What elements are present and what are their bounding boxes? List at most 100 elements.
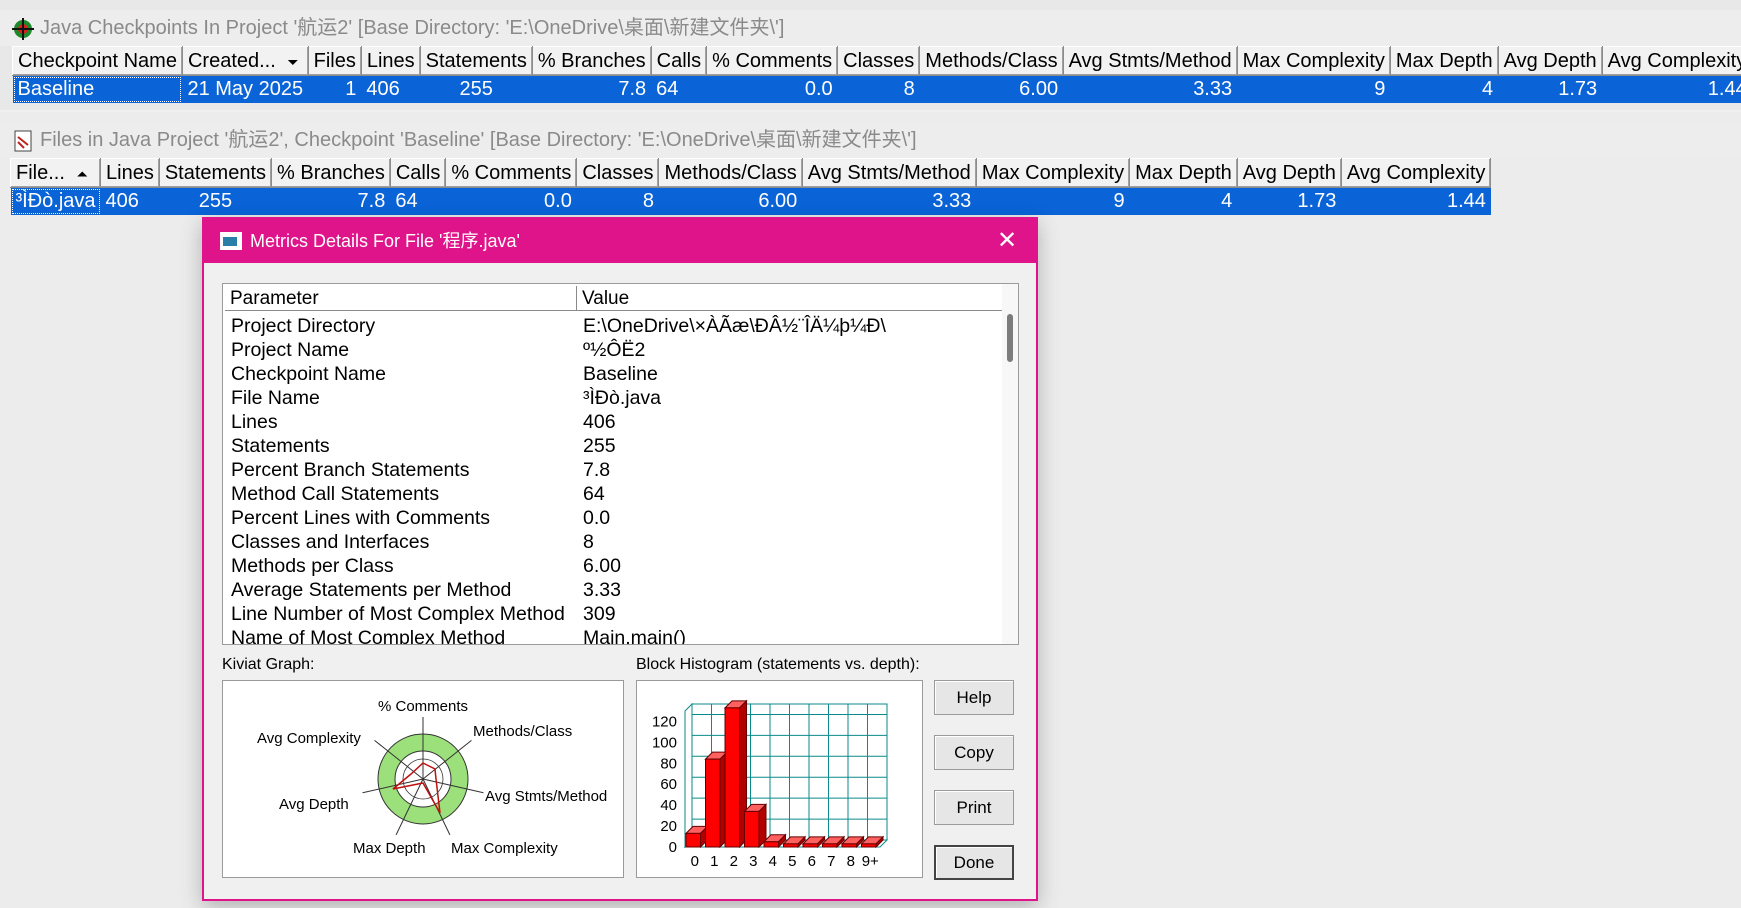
vertical-scrollbar[interactable] (1002, 284, 1018, 644)
list-item[interactable]: Line Number of Most Complex Method 309 (225, 602, 1005, 626)
bar (705, 758, 721, 848)
files-table[interactable]: File... ⏶ Lines Statements % Branches Ca… (9, 158, 1492, 215)
done-button[interactable]: Done (934, 845, 1014, 880)
kiviat-axis-label: Avg Depth (279, 796, 349, 813)
col-file[interactable]: File... ⏶ (9, 158, 102, 188)
cell-calls: 64 (651, 75, 707, 103)
bar (861, 843, 877, 848)
y-tick-label: 20 (660, 818, 677, 835)
value-cell: 6.00 (583, 555, 621, 577)
cell-created: 21 May 2025 (182, 75, 309, 103)
cell-calls: 64 (390, 187, 446, 215)
files-titlebar: Files in Java Project '航运2', Checkpoint … (0, 122, 1741, 158)
kiviat-svg: % Comments Methods/Class Avg Stmts/Metho… (257, 698, 607, 857)
col-comments[interactable]: % Comments (706, 46, 839, 76)
dialog-title: Metrics Details For File '程序.java' (250, 231, 520, 251)
files-header-row: File... ⏶ Lines Statements % Branches Ca… (9, 158, 1492, 188)
col-comments[interactable]: % Comments (445, 158, 578, 188)
list-item[interactable]: Methods per Class 6.00 (225, 554, 1005, 578)
list-item[interactable]: Checkpoint Name Baseline (225, 362, 1005, 386)
list-item[interactable]: Percent Lines with Comments 0.0 (225, 506, 1005, 530)
x-tick-label: 8 (847, 853, 855, 870)
col-avg-depth[interactable]: Avg Depth (1497, 46, 1603, 76)
col-classes[interactable]: Classes (576, 158, 660, 188)
parameter-cell: Method Call Statements (231, 483, 440, 505)
x-tick-label: 4 (769, 853, 777, 870)
col-avg-complexity[interactable]: Avg Complexity (1601, 46, 1741, 76)
cell-checkpoint-name: Baseline (12, 75, 183, 103)
metrics-list[interactable]: Parameter Value Project Directory E:\OneD… (222, 283, 1019, 645)
col-parameter[interactable]: Parameter (225, 286, 577, 311)
cell-avg-stmts: 3.33 (1063, 75, 1238, 103)
table-row[interactable]: ³ÌÐò.java 406 255 7.8 64 0.0 8 6.00 3.33… (10, 187, 1491, 215)
parameter-cell: Checkpoint Name (231, 363, 386, 385)
value-cell: 64 (583, 483, 605, 505)
col-avg-complexity[interactable]: Avg Complexity (1340, 158, 1492, 188)
y-tick-label: 80 (660, 755, 677, 772)
list-item[interactable]: Statements 255 (225, 434, 1005, 458)
value-cell: º½ÔË2 (583, 339, 646, 361)
close-icon[interactable]: ✕ (992, 219, 1022, 263)
help-button[interactable]: Help (934, 680, 1014, 715)
col-avg-stmts[interactable]: Avg Stmts/Method (1062, 46, 1238, 76)
list-item[interactable]: Method Call Statements 64 (225, 482, 1005, 506)
cell-branches: 7.8 (532, 75, 652, 103)
col-file-label: File... (16, 161, 65, 184)
cell-avg-complexity: 1.44 (1602, 75, 1741, 103)
checkpoints-header-row: Checkpoint Name Created... ⏷ Files Lines… (12, 46, 1741, 76)
col-max-complexity[interactable]: Max Complexity (975, 158, 1131, 188)
sort-asc-icon: ⏶ (76, 165, 88, 182)
y-tick-label: 100 (652, 734, 677, 751)
parameter-cell: Percent Branch Statements (231, 459, 470, 481)
dialog-titlebar[interactable]: Metrics Details For File '程序.java' ✕ (204, 219, 1036, 263)
parameter-cell: Name of Most Complex Method (231, 627, 506, 645)
bar (822, 843, 838, 848)
col-max-depth[interactable]: Max Depth (1129, 158, 1238, 188)
cell-max-complexity: 9 (1237, 75, 1391, 103)
col-methods-class[interactable]: Methods/Class (658, 158, 803, 188)
sort-desc-icon: ⏷ (287, 53, 299, 70)
col-avg-stmts[interactable]: Avg Stmts/Method (801, 158, 977, 188)
list-item[interactable]: Project Name º½ÔË2 (225, 338, 1005, 362)
list-item[interactable]: Percent Branch Statements 7.8 (225, 458, 1005, 482)
table-row[interactable]: Baseline 21 May 2025 1 406 255 7.8 64 0.… (12, 75, 1741, 103)
bar (724, 707, 740, 848)
col-created-label: Created... (187, 49, 276, 72)
col-lines[interactable]: Lines (100, 158, 160, 188)
col-calls[interactable]: Calls (389, 158, 447, 188)
list-item[interactable]: Lines 406 (225, 410, 1005, 434)
col-branches[interactable]: % Branches (271, 158, 391, 188)
col-branches[interactable]: % Branches (531, 46, 652, 76)
list-item[interactable]: Classes and Interfaces 8 (225, 530, 1005, 554)
parameter-cell: File Name (231, 387, 320, 409)
col-lines[interactable]: Lines (360, 46, 421, 76)
col-avg-depth[interactable]: Avg Depth (1236, 158, 1342, 188)
scrollbar-thumb[interactable] (1007, 314, 1013, 362)
bar (783, 843, 799, 848)
col-max-depth[interactable]: Max Depth (1389, 46, 1499, 76)
list-item[interactable]: File Name ³ÌÐò.java (225, 386, 1005, 410)
col-statements[interactable]: Statements (419, 46, 533, 76)
checkpoints-table[interactable]: Checkpoint Name Created... ⏷ Files Lines… (12, 46, 1741, 103)
col-checkpoint-name[interactable]: Checkpoint Name (12, 46, 183, 76)
document-icon (14, 130, 32, 152)
col-created[interactable]: Created... ⏷ (181, 46, 309, 76)
cell-branches: 7.8 (271, 187, 391, 215)
print-button[interactable]: Print (934, 790, 1014, 825)
list-item[interactable]: Name of Most Complex Method Main.main() (225, 626, 1005, 645)
copy-button[interactable]: Copy (934, 735, 1014, 770)
col-classes[interactable]: Classes (837, 46, 921, 76)
col-max-complexity[interactable]: Max Complexity (1236, 46, 1391, 76)
list-item[interactable]: Project Directory E:\OneDrive\×ÀÃæ\ÐÂ½¨ÎÄ… (225, 314, 1005, 338)
cell-lines: 406 (361, 75, 421, 103)
col-methods-class[interactable]: Methods/Class (919, 46, 1064, 76)
list-item[interactable]: Average Statements per Method 3.33 (225, 578, 1005, 602)
col-files[interactable]: Files (307, 46, 362, 76)
col-value[interactable]: Value (577, 286, 1005, 311)
value-cell: 406 (583, 411, 616, 433)
col-statements[interactable]: Statements (158, 158, 273, 188)
x-tick-label: 5 (788, 853, 796, 870)
x-tick-label: 0 (691, 853, 699, 870)
cell-classes: 8 (837, 75, 920, 103)
col-calls[interactable]: Calls (650, 46, 708, 76)
